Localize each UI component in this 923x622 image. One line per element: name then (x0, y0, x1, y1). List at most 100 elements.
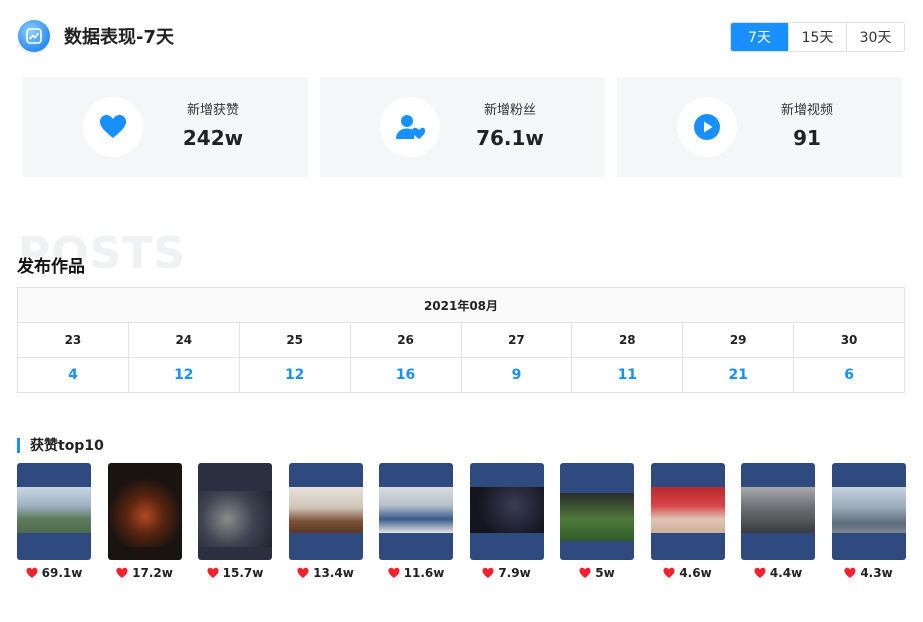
stat-label: 新增粉丝 (483, 103, 536, 118)
top10-list: 69.1w 17.2w 15.7w 13.4w 11.6w 7.9w 5w 4.… (17, 463, 906, 581)
section-title: 发布作品 (17, 257, 85, 277)
video-cover-image (469, 487, 544, 533)
play-icon (677, 97, 737, 157)
like-count-value: 17.2w (132, 566, 173, 580)
post-count-cell[interactable]: 21 (682, 357, 795, 393)
day-cell: 24 (127, 322, 240, 358)
video-cover-image (379, 487, 453, 533)
heart-icon (844, 567, 856, 578)
accent-bar (17, 437, 20, 453)
stat-value: 76.1w (476, 126, 544, 150)
video-thumbnail[interactable] (198, 463, 272, 560)
like-count-value: 5w (595, 566, 615, 580)
month-header: 2021年08月 (17, 287, 905, 323)
like-count-value: 11.6w (403, 566, 445, 580)
table-row: 2021年08月 (17, 287, 905, 323)
table-row: 23 24 25 26 27 28 29 30 (17, 322, 905, 358)
video-card[interactable]: 4.4w (741, 463, 815, 581)
post-count-cell[interactable]: 11 (571, 357, 684, 393)
video-thumbnail[interactable] (650, 463, 725, 560)
user-add-icon (380, 97, 440, 157)
heart-icon (116, 567, 128, 578)
stat-value: 91 (793, 126, 821, 150)
post-count-cell[interactable]: 6 (793, 357, 905, 393)
heart-icon (663, 567, 675, 578)
post-count-cell[interactable]: 16 (349, 357, 462, 393)
video-thumbnail[interactable] (831, 463, 906, 560)
post-count-cell[interactable]: 12 (127, 357, 240, 393)
day-cell: 26 (349, 322, 462, 358)
video-cover-image (831, 487, 906, 533)
day-cell: 29 (682, 322, 795, 358)
heart-icon (482, 567, 494, 578)
like-count-value: 15.7w (222, 566, 264, 580)
range-selector: 7天 15天 30天 (730, 22, 905, 52)
post-count-cell[interactable]: 12 (238, 357, 351, 393)
stat-label: 新增获赞 (186, 103, 239, 118)
video-cover-image (107, 477, 182, 547)
page-title: 数据表现-7天 (64, 27, 174, 48)
video-thumbnail[interactable] (107, 463, 182, 560)
range-30-days-button[interactable]: 30天 (846, 23, 904, 51)
day-cell: 27 (460, 322, 573, 358)
top10-header: 获赞top10 (17, 436, 104, 454)
posts-calendar-table: 2021年08月 23 24 25 26 27 28 29 30 4 12 12… (17, 287, 905, 393)
video-cover-image (650, 487, 725, 533)
like-count-value: 4.4w (769, 566, 803, 580)
video-card[interactable]: 69.1w (17, 463, 91, 581)
like-count: 5w (560, 565, 634, 581)
heart-icon (579, 567, 591, 578)
like-count-value: 13.4w (313, 566, 354, 580)
video-cover-image (741, 487, 815, 533)
heart-icon (297, 567, 309, 578)
video-thumbnail[interactable] (560, 463, 634, 560)
chart-logo-icon (18, 20, 50, 52)
like-count: 4.3w (832, 565, 906, 581)
stat-card-likes: 新增获赞 242w (23, 77, 308, 177)
like-count-value: 4.3w (860, 566, 893, 580)
day-cell: 28 (571, 322, 684, 358)
like-count: 15.7w (198, 565, 272, 581)
stat-card-videos: 新增视频 91 (617, 77, 902, 177)
heart-icon (83, 97, 143, 157)
post-count-cell[interactable]: 9 (460, 357, 573, 393)
like-count-value: 69.1w (41, 566, 83, 580)
page-header: 数据表现-7天 (18, 19, 174, 53)
video-thumbnail[interactable] (741, 463, 815, 560)
video-card[interactable]: 15.7w (198, 463, 272, 581)
video-card[interactable]: 4.6w (650, 463, 725, 581)
video-card[interactable]: 11.6w (379, 463, 453, 581)
day-cell: 25 (238, 322, 351, 358)
video-card[interactable]: 4.3w (831, 463, 906, 581)
video-cover-image (198, 491, 272, 547)
like-count: 4.4w (741, 565, 815, 581)
stat-label: 新增视频 (780, 103, 833, 118)
stat-card-followers: 新增粉丝 76.1w (320, 77, 605, 177)
heart-icon (207, 567, 219, 578)
video-thumbnail[interactable] (469, 463, 544, 560)
heart-icon (26, 567, 38, 578)
video-card[interactable]: 7.9w (469, 463, 544, 581)
like-count: 11.6w (379, 565, 453, 581)
like-count: 7.9w (470, 565, 544, 581)
heart-icon (754, 567, 766, 578)
like-count: 13.4w (289, 565, 363, 581)
video-cover-image (17, 487, 91, 533)
video-cover-image (560, 493, 634, 541)
video-thumbnail[interactable] (288, 463, 363, 560)
video-thumbnail[interactable] (17, 463, 91, 560)
heart-icon (388, 567, 400, 578)
top10-title: 获赞top10 (30, 438, 104, 454)
day-cell: 30 (793, 322, 905, 358)
video-card[interactable]: 13.4w (288, 463, 363, 581)
range-15-days-button[interactable]: 15天 (788, 23, 846, 51)
like-count-value: 7.9w (498, 566, 531, 580)
video-card[interactable]: 5w (560, 463, 634, 581)
video-cover-image (288, 487, 363, 533)
video-card[interactable]: 17.2w (107, 463, 182, 581)
range-7-days-button[interactable]: 7天 (731, 23, 788, 51)
video-thumbnail[interactable] (379, 463, 453, 560)
like-count: 4.6w (651, 565, 725, 581)
post-count-cell[interactable]: 4 (17, 357, 129, 393)
day-cell: 23 (17, 322, 129, 358)
